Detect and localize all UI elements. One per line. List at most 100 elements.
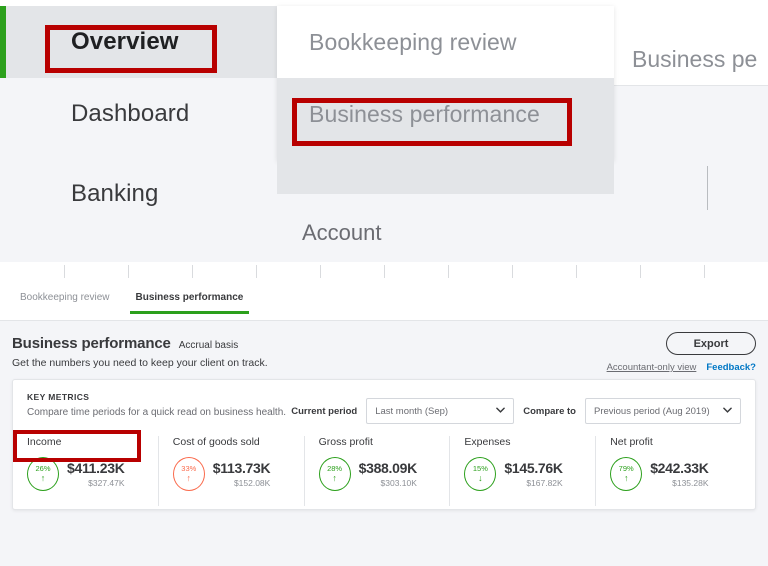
metric-body: 28% ↑ $388.09K $303.10K xyxy=(318,457,442,491)
app-screenshot: Business pe Bookkeeping review Account O… xyxy=(0,0,768,566)
metric-name: Income xyxy=(27,436,62,448)
metric-change-percent: 26% xyxy=(35,464,51,474)
arrow-up-icon: ↑ xyxy=(332,472,337,483)
chevron-down-icon xyxy=(496,407,506,413)
metric-name: Gross profit xyxy=(318,436,373,448)
navigation-flyout-panel: Business pe Bookkeeping review Account O… xyxy=(0,0,768,262)
accountant-only-view-link[interactable]: Accountant-only view xyxy=(607,362,697,373)
tab-label: Bookkeeping review xyxy=(20,292,110,303)
separator-tick xyxy=(448,265,449,278)
page-title: Business performance xyxy=(12,335,171,352)
metric-body: 33% ↑ $113.73K $152.08K xyxy=(172,457,296,491)
separator-tick xyxy=(64,265,65,278)
metric-values: $388.09K $303.10K xyxy=(358,460,418,488)
metric-change-badge: 26% ↑ xyxy=(27,457,59,491)
metric-cell: Gross profit 28% ↑ $388.09K $303.10K xyxy=(303,436,450,506)
separator-tick xyxy=(512,265,513,278)
separator-tick xyxy=(384,265,385,278)
metric-previous-value: $135.28K xyxy=(672,478,709,488)
key-metrics-header: KEY METRICS Compare time periods for a q… xyxy=(27,392,741,436)
separator-tick xyxy=(320,265,321,278)
compare-to-select[interactable]: Previous period (Aug 2019) xyxy=(585,398,741,424)
current-period-value: Last month (Sep) xyxy=(375,405,449,417)
metric-cell: Income 26% ↑ $411.23K $327.47K xyxy=(27,436,158,506)
separator-tick xyxy=(256,265,257,278)
export-button-label: Export xyxy=(693,337,729,350)
key-metrics-row: Income 26% ↑ $411.23K $327.47K Cost of goods … xyxy=(27,436,741,506)
metric-change-percent: 79% xyxy=(618,464,634,474)
metric-current-value: $113.73K xyxy=(212,460,271,476)
flyout-item-label: Business performance xyxy=(309,100,540,127)
chevron-down-icon xyxy=(723,407,732,413)
flyout-pointer-notch xyxy=(277,26,288,52)
arrow-up-icon: ↑ xyxy=(40,472,46,483)
metric-body: 79% ↑ $242.33K $135.28K xyxy=(610,457,733,491)
header-links: Accountant-only view Feedback? xyxy=(607,362,756,373)
feedback-link[interactable]: Feedback? xyxy=(706,362,756,373)
separator-tick xyxy=(640,265,641,278)
metric-name: Cost of goods sold xyxy=(172,436,260,448)
metric-name: Net profit xyxy=(610,436,653,448)
overview-flyout-menu: Bookkeeping review Business performance xyxy=(277,6,614,194)
arrow-down-icon: ↓ xyxy=(478,472,483,483)
metric-current-value: $411.23K xyxy=(67,460,125,476)
separator-tick xyxy=(704,265,705,278)
page-header: Business performance Accrual basis Get t… xyxy=(12,321,756,373)
page-title-row: Business performance Accrual basis xyxy=(12,335,756,352)
metric-values: $145.76K $167.82K xyxy=(504,460,563,488)
metric-current-value: $242.33K xyxy=(650,460,709,476)
compare-to-label: Compare to xyxy=(523,405,576,417)
arrow-up-icon: ↑ xyxy=(623,472,629,483)
metric-values: $242.33K $135.28K xyxy=(650,460,709,488)
metric-previous-value: $167.82K xyxy=(526,478,563,488)
page-tab-strip: Bookkeeping review Business performance xyxy=(0,286,768,321)
sidebar-item-label: Overview xyxy=(71,28,179,55)
metric-previous-value: $152.08K xyxy=(233,478,271,488)
metric-change-badge: 28% ↑ xyxy=(318,457,351,491)
accounting-basis-label: Accrual basis xyxy=(178,340,239,351)
metric-change-percent: 15% xyxy=(472,464,488,474)
flyout-item-business-performance[interactable]: Business performance xyxy=(277,78,614,150)
content-subheading: Account xyxy=(302,220,382,245)
metric-values: $113.73K $152.08K xyxy=(213,460,271,488)
panel-separator-ticks xyxy=(0,262,768,286)
accent-bar xyxy=(0,78,6,150)
active-accent-bar xyxy=(0,6,6,78)
arrow-up-icon: ↑ xyxy=(186,472,192,483)
separator-tick xyxy=(128,265,129,278)
tab-label: Business performance xyxy=(135,292,244,303)
sidebar-item-overview[interactable]: Overview xyxy=(0,6,277,78)
current-period-select[interactable]: Last month (Sep) xyxy=(366,398,515,424)
metric-change-badge: 79% ↑ xyxy=(610,457,643,491)
sidebar-item-dashboard[interactable]: Dashboard xyxy=(0,78,277,150)
tab-bookkeeping-review[interactable]: Bookkeeping review xyxy=(18,286,112,314)
current-period-label: Current period xyxy=(291,405,358,417)
metric-body: 26% ↑ $411.23K $327.47K xyxy=(27,457,150,491)
metric-previous-value: $327.47K xyxy=(88,478,125,488)
metric-change-badge: 33% ↑ xyxy=(172,457,205,491)
metric-change-percent: 33% xyxy=(181,464,197,474)
page-content: Business performance Accrual basis Get t… xyxy=(0,321,768,566)
flyout-item-bookkeeping-review[interactable]: Bookkeeping review xyxy=(277,6,614,78)
sidebar-item-label: Dashboard xyxy=(71,100,190,127)
metric-change-badge: 15% ↓ xyxy=(464,457,497,491)
flyout-item-label: Bookkeeping review xyxy=(309,28,517,55)
metric-previous-value: $303.10K xyxy=(380,478,417,488)
accent-bar xyxy=(0,158,6,230)
metric-change-percent: 28% xyxy=(327,464,343,474)
key-metrics-card: KEY METRICS Compare time periods for a q… xyxy=(12,379,756,510)
export-button[interactable]: Export xyxy=(666,332,756,355)
metric-values: $411.23K $327.47K xyxy=(67,460,125,488)
separator-tick xyxy=(576,265,577,278)
sidebar-item-banking[interactable]: Banking xyxy=(0,158,277,230)
compare-to-value: Previous period (Aug 2019) xyxy=(594,405,710,417)
metric-cell: Expenses 15% ↓ $145.76K $167.82K xyxy=(449,436,595,506)
separator-tick xyxy=(192,265,193,278)
metric-cell: Net profit 79% ↑ $242.33K $135.28K xyxy=(595,436,741,506)
metric-current-value: $388.09K xyxy=(358,460,418,476)
metric-body: 15% ↓ $145.76K $167.82K xyxy=(464,457,587,491)
tab-business-performance-partial[interactable]: Business pe xyxy=(632,46,757,73)
metric-name: Expenses xyxy=(464,436,511,448)
tab-business-performance[interactable]: Business performance xyxy=(129,286,250,314)
metric-cell: Cost of goods sold 33% ↑ $113.73K $152.08K xyxy=(157,436,304,506)
